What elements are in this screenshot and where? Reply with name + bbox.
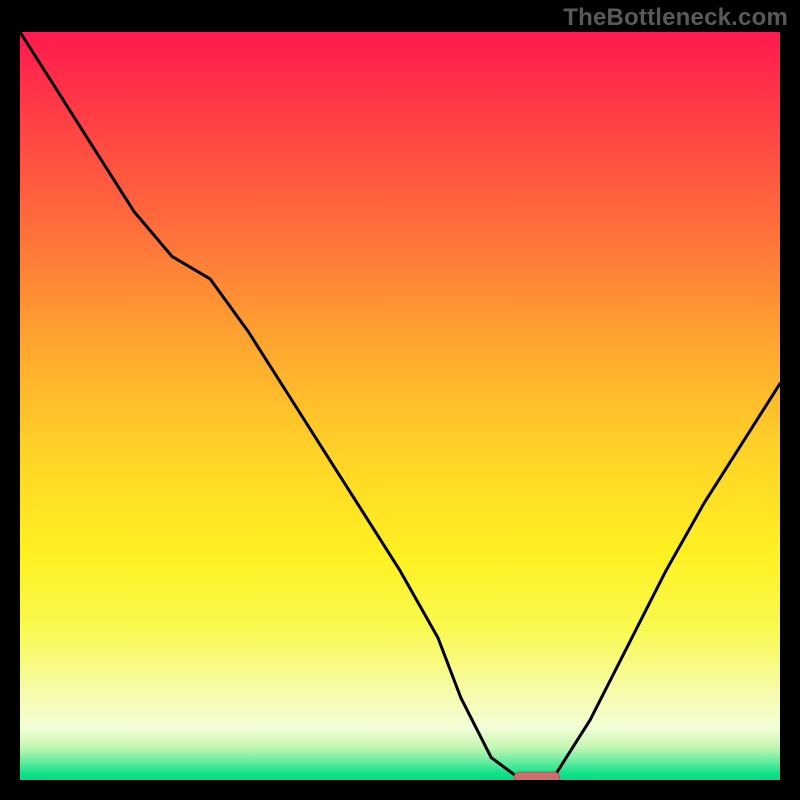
bottleneck-curve-chart xyxy=(20,32,780,780)
gradient-background xyxy=(20,32,780,780)
watermark-text: TheBottleneck.com xyxy=(563,4,788,32)
optimal-point-marker xyxy=(514,772,560,780)
plot-area xyxy=(20,32,780,780)
chart-frame: TheBottleneck.com xyxy=(0,0,800,800)
